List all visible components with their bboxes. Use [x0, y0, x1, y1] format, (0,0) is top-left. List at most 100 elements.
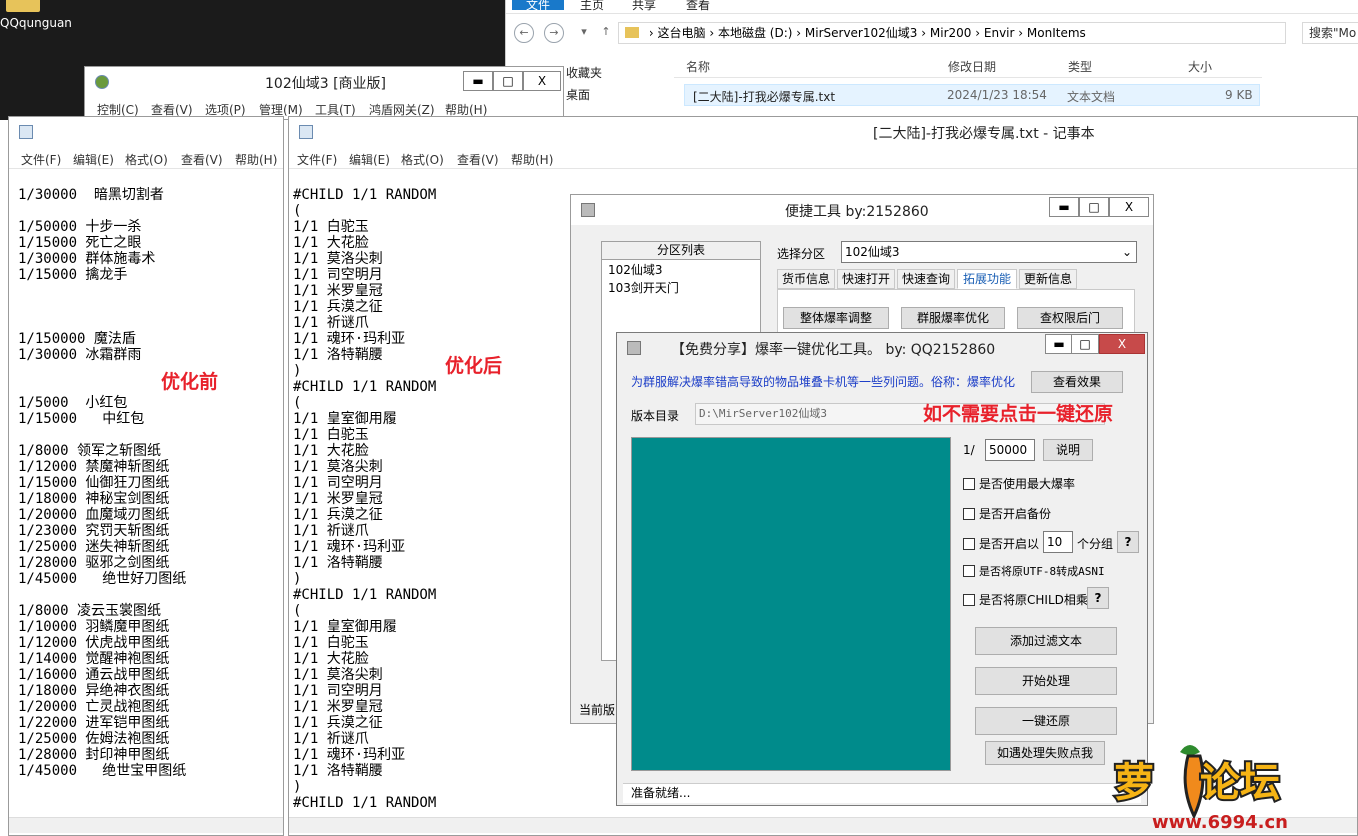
child-multiply-checkbox[interactable]: 是否将原CHILD相乘 — [963, 591, 1088, 608]
ratio-input[interactable]: 50000 — [985, 439, 1035, 461]
minimize-button[interactable]: ▬ — [463, 71, 493, 91]
minimize-button[interactable]: ▬ — [1049, 197, 1079, 217]
column-name[interactable]: 名称 — [686, 58, 710, 75]
menu-help[interactable]: 帮助(H) — [511, 151, 553, 168]
optimizer-title: 【免费分享】爆率一键优化工具。 by: QQ2152860 — [671, 342, 996, 358]
version-dir-label: 版本目录 — [631, 409, 680, 423]
add-filter-text-button[interactable]: 添加过滤文本 — [975, 627, 1117, 655]
notepad-icon — [19, 125, 33, 139]
column-type[interactable]: 类型 — [1068, 58, 1092, 75]
restore-hint: 如不需要点击一键还原 — [923, 403, 1114, 425]
menu-format[interactable]: 格式(O) — [401, 151, 444, 168]
menu-edit[interactable]: 编辑(E) — [73, 151, 114, 168]
notepad-title: [二大陆]-打我必爆专属.txt - 记事本 — [873, 126, 1095, 142]
ribbon-tab-share[interactable]: 共享 — [632, 0, 656, 13]
group-help-button[interactable]: ? — [1117, 531, 1139, 553]
list-item[interactable]: 103剑开天门 — [602, 280, 760, 296]
forum-logo: 萝 论坛 www.6994.cn — [1108, 734, 1358, 836]
breadcrumb-monitems[interactable]: MonItems — [1027, 26, 1086, 40]
notepad-before-window: 文件(F) 编辑(E) 格式(O) 查看(V) 帮助(H) 1/30000 暗黑… — [8, 116, 284, 836]
chevron-down-icon: ⌄ — [1121, 245, 1132, 259]
address-bar[interactable]: › 这台电脑 › 本地磁盘 (D:) › MirServer102仙域3 › M… — [618, 22, 1286, 44]
notepad-before-text[interactable]: 1/30000 暗黑切割者 1/50000 十步一杀 1/15000 死亡之眼 … — [18, 171, 186, 779]
menu-file[interactable]: 文件(F) — [297, 151, 337, 168]
column-date[interactable]: 修改日期 — [948, 58, 996, 75]
notepad-before-menu: 文件(F) 编辑(E) 格式(O) 查看(V) 帮助(H) — [9, 147, 283, 169]
ribbon-tab-file[interactable]: 文件 — [512, 0, 564, 12]
partition-list-header: 分区列表 — [602, 242, 760, 260]
file-type: 文本文档 — [1067, 90, 1116, 104]
file-row[interactable]: [二大陆]-打我必爆专属.txt 2024/1/23 18:54 文本文档 9 … — [684, 84, 1260, 106]
minimize-button[interactable]: ▬ — [1045, 334, 1073, 354]
window-title: 102仙域3 [商业版] — [265, 76, 387, 92]
chevron-down-icon[interactable]: ▾ — [574, 23, 594, 43]
file-date: 2024/1/23 18:54 — [947, 88, 1047, 102]
game-server-window: 102仙域3 [商业版] ▬ □ X 控制(C) 查看(V) 选项(P) 管理(… — [84, 66, 564, 120]
breadcrumb-envir[interactable]: Envir — [984, 26, 1015, 40]
status-bar: 准备就绪... — [623, 783, 1141, 803]
view-effect-button[interactable]: 查看效果 — [1031, 371, 1123, 393]
breadcrumb-this-pc[interactable]: 这台电脑 — [657, 26, 705, 40]
menu-format[interactable]: 格式(O) — [125, 151, 168, 168]
horizontal-scrollbar[interactable] — [9, 817, 283, 833]
list-item[interactable]: 102仙域3 — [602, 260, 760, 280]
menu-file[interactable]: 文件(F) — [21, 151, 61, 168]
explorer-ribbon: 文件 主页 共享 查看 — [506, 0, 1358, 14]
close-button[interactable]: X — [1099, 334, 1145, 354]
search-input[interactable]: 搜索"Mo — [1302, 22, 1358, 44]
partition-select[interactable]: 102仙域3 ⌄ — [841, 241, 1137, 263]
svg-text:论坛: 论坛 — [1200, 760, 1280, 806]
select-partition-label: 选择分区 — [777, 247, 826, 261]
menu-view[interactable]: 查看(V) — [457, 151, 499, 168]
menu-help[interactable]: 帮助(H) — [235, 151, 277, 168]
close-button[interactable]: X — [1109, 197, 1149, 217]
close-button[interactable]: X — [523, 71, 561, 91]
group-count-input[interactable]: 10 — [1043, 531, 1073, 553]
tab-quick-open[interactable]: 快速打开 — [837, 269, 895, 289]
max-rate-checkbox[interactable]: 是否使用最大爆率 — [963, 475, 1075, 492]
failure-help-button[interactable]: 如遇处理失败点我 — [985, 741, 1105, 765]
sidebar-item-favorites[interactable]: 收藏夹 — [566, 62, 602, 84]
check-backdoor-button[interactable]: 查权限后门 — [1017, 307, 1123, 329]
start-process-button[interactable]: 开始处理 — [975, 667, 1117, 695]
menu-edit[interactable]: 编辑(E) — [349, 151, 390, 168]
maximize-button[interactable]: □ — [493, 71, 523, 91]
breadcrumb-server[interactable]: MirServer102仙域3 — [805, 26, 918, 40]
maximize-button[interactable]: □ — [1079, 197, 1109, 217]
optimizer-window: 【免费分享】爆率一键优化工具。 by: QQ2152860 ▬ □ X 为群服解… — [616, 332, 1148, 806]
overall-rate-adjust-button[interactable]: 整体爆率调整 — [783, 307, 889, 329]
backup-checkbox[interactable]: 是否开启备份 — [963, 505, 1051, 522]
tab-quick-query[interactable]: 快速查询 — [897, 269, 955, 289]
desktop-icon-label: QQqunguan — [0, 16, 72, 30]
back-arrow-icon[interactable]: ← — [514, 23, 534, 43]
column-size[interactable]: 大小 — [1188, 58, 1212, 75]
sidebar-item-desktop[interactable]: 桌面 — [566, 84, 602, 106]
label-before: 优化前 — [161, 371, 219, 393]
breadcrumb-mir200[interactable]: Mir200 — [930, 26, 972, 40]
group-rate-optimize-button[interactable]: 群服爆率优化 — [901, 307, 1005, 329]
ribbon-tab-view[interactable]: 查看 — [686, 0, 710, 13]
utf8-convert-checkbox[interactable]: 是否将原UTF-8转成ASNI — [963, 563, 1105, 579]
explain-button[interactable]: 说明 — [1043, 439, 1093, 461]
up-arrow-icon[interactable]: ↑ — [596, 23, 616, 43]
forward-arrow-icon[interactable]: → — [544, 23, 564, 43]
maximize-button[interactable]: □ — [1071, 334, 1099, 354]
app-icon — [95, 75, 109, 89]
quick-tool-titlebar: 便捷工具 by:2152860 ▬ □ X — [571, 195, 1153, 225]
breadcrumb-drive[interactable]: 本地磁盘 (D:) — [718, 26, 792, 40]
notepad-icon — [299, 125, 313, 139]
log-panel — [631, 437, 951, 771]
tab-extensions[interactable]: 拓展功能 — [957, 269, 1017, 289]
child-help-button[interactable]: ? — [1087, 587, 1109, 609]
tab-currency[interactable]: 货币信息 — [777, 269, 835, 289]
folder-icon[interactable] — [6, 0, 40, 12]
tab-updates[interactable]: 更新信息 — [1019, 269, 1077, 289]
label-after: 优化后 — [445, 355, 503, 377]
file-list-header: 名称 修改日期 类型 大小 — [674, 54, 1262, 78]
menu-view[interactable]: 查看(V) — [181, 151, 223, 168]
notepad-after-text[interactable]: #CHILD 1/1 RANDOM ( 1/1 白驼玉 1/1 大花脸 1/1 … — [293, 187, 436, 811]
group-checkbox[interactable]: 是否开启以 — [963, 535, 1039, 552]
one-click-restore-button[interactable]: 一键还原 — [975, 707, 1117, 735]
ribbon-tab-home[interactable]: 主页 — [580, 0, 604, 13]
optimizer-description: 为群服解决爆率错高导致的物品堆叠卡机等一些列问题。俗称：爆率优化 — [631, 375, 1016, 389]
